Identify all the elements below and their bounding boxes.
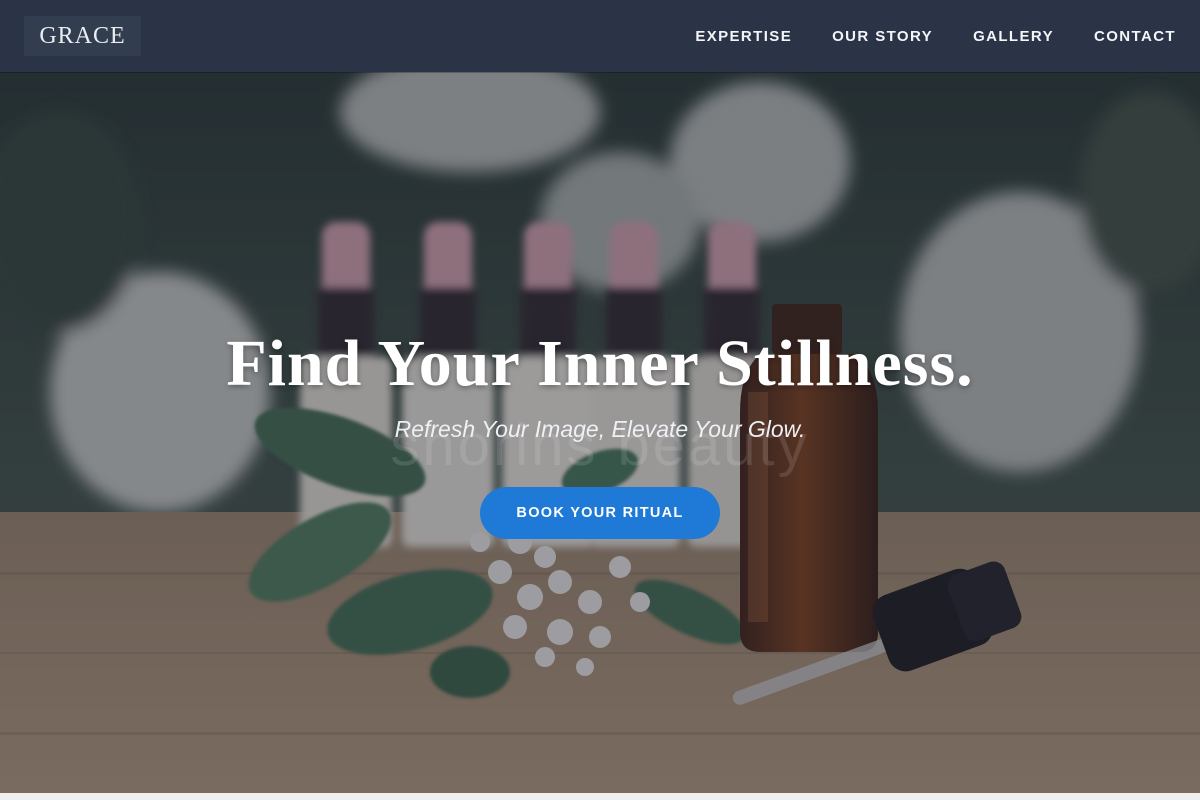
- hero-section: shorins beauty Find Your Inner Stillness…: [0, 72, 1200, 793]
- hero-tagline: Refresh Your Image, Elevate Your Glow.: [394, 416, 806, 442]
- nav-link-expertise[interactable]: EXPERTISE: [695, 28, 792, 45]
- hero-content: shorins beauty Find Your Inner Stillness…: [0, 72, 1200, 793]
- main-menu: EXPERTISE OUR STORY GALLERY CONTACT: [655, 0, 1176, 72]
- hero-headline: Find Your Inner Stillness.: [226, 327, 974, 400]
- nav-link-contact[interactable]: CONTACT: [1094, 28, 1176, 45]
- book-ritual-button[interactable]: BOOK YOUR RITUAL: [480, 487, 720, 539]
- top-navigation: GRACE EXPERTISE OUR STORY GALLERY CONTAC…: [0, 0, 1200, 72]
- page-bottom-edge: [0, 793, 1200, 800]
- nav-link-gallery[interactable]: GALLERY: [973, 28, 1054, 45]
- nav-link-our-story[interactable]: OUR STORY: [832, 28, 933, 45]
- brand-logo[interactable]: GRACE: [24, 16, 141, 56]
